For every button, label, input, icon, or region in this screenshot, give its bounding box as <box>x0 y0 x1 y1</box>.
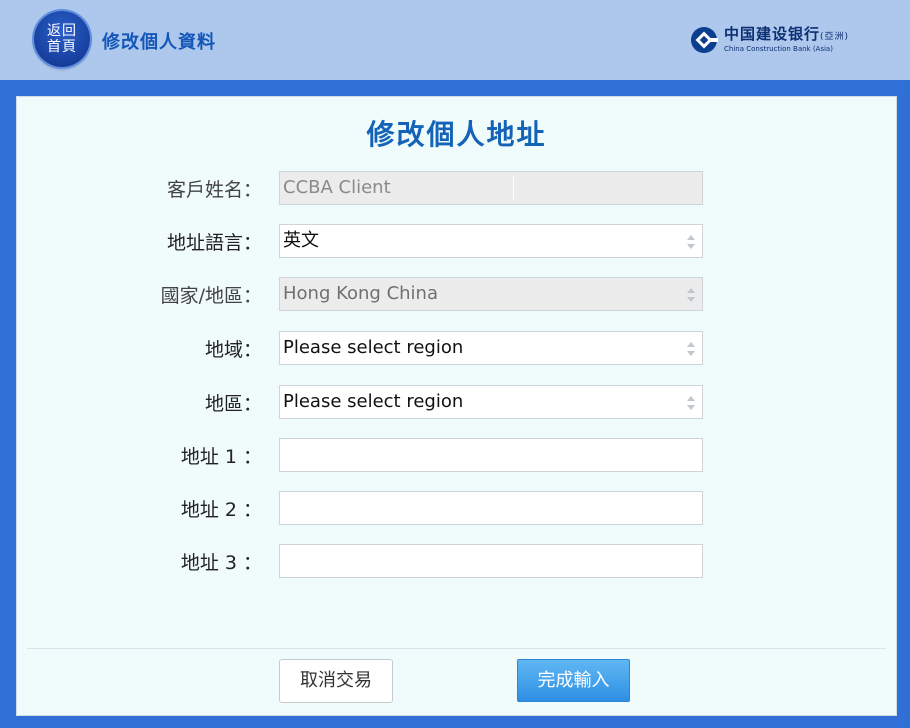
customer-name-label: 客戶姓名： <box>166 179 262 201</box>
header-bar: 返回 首頁 修改個人資料 中国建设银行(亞洲) China Constructi… <box>0 0 910 80</box>
updown-arrows-icon <box>687 342 695 356</box>
address2-row: 地址 2 ： <box>17 491 896 527</box>
territory-row: 地域： Please select region <box>17 331 896 367</box>
form-panel: 修改個人地址 客戶姓名： CCBA Client 地址語言： 英文 國家/地區：… <box>16 96 897 716</box>
address1-input[interactable] <box>279 438 703 472</box>
address-language-select[interactable]: 英文 <box>279 224 703 258</box>
district-row: 地區： Please select region <box>17 385 896 421</box>
address2-input[interactable] <box>279 491 703 525</box>
address2-label: 地址 2 ： <box>180 499 262 521</box>
address3-input[interactable] <box>279 544 703 578</box>
address1-label: 地址 1 ： <box>180 446 262 468</box>
country-row: 國家/地區： Hong Kong China <box>17 277 896 313</box>
country-label: 國家/地區： <box>160 285 262 307</box>
updown-arrows-icon <box>687 235 695 249</box>
customer-name-value: CCBA Client <box>283 177 391 198</box>
updown-arrows-icon <box>687 288 695 302</box>
home-button-line1: 返回 <box>47 23 77 39</box>
territory-value: Please select region <box>283 337 464 358</box>
field-divider <box>513 176 514 200</box>
cancel-button[interactable]: 取消交易 <box>279 659 393 703</box>
district-select[interactable]: Please select region <box>279 385 703 419</box>
page-title: 修改個人資料 <box>102 32 216 53</box>
address-language-value: 英文 <box>283 230 319 251</box>
logo-en-text: China Construction Bank (Asia) <box>724 45 833 53</box>
bank-logo: 中国建设银行(亞洲) China Construction Bank (Asia… <box>690 24 849 56</box>
home-button[interactable]: 返回 首頁 <box>34 11 90 67</box>
customer-name-row: 客戶姓名： CCBA Client <box>17 171 896 207</box>
district-label: 地區： <box>204 393 262 415</box>
address1-row: 地址 1 ： <box>17 438 896 474</box>
address-language-label: 地址語言： <box>166 232 262 254</box>
address-language-row: 地址語言： 英文 <box>17 224 896 260</box>
form-title: 修改個人地址 <box>366 118 547 151</box>
district-value: Please select region <box>283 391 464 412</box>
territory-select[interactable]: Please select region <box>279 331 703 365</box>
logo-cn-text: 中国建设银行 <box>724 25 821 43</box>
country-select: Hong Kong China <box>279 277 703 311</box>
country-value: Hong Kong China <box>283 283 438 304</box>
updown-arrows-icon <box>687 396 695 410</box>
home-button-line2: 首頁 <box>47 39 77 55</box>
customer-name-field: CCBA Client <box>279 171 703 205</box>
territory-label: 地域： <box>204 339 262 361</box>
logo-cn-suffix: (亞洲) <box>820 32 850 42</box>
ccb-logo-icon <box>691 27 718 53</box>
address3-row: 地址 3 ： <box>17 544 896 580</box>
address3-label: 地址 3 ： <box>180 552 262 574</box>
divider <box>27 648 886 649</box>
submit-button[interactable]: 完成輸入 <box>517 659 630 702</box>
